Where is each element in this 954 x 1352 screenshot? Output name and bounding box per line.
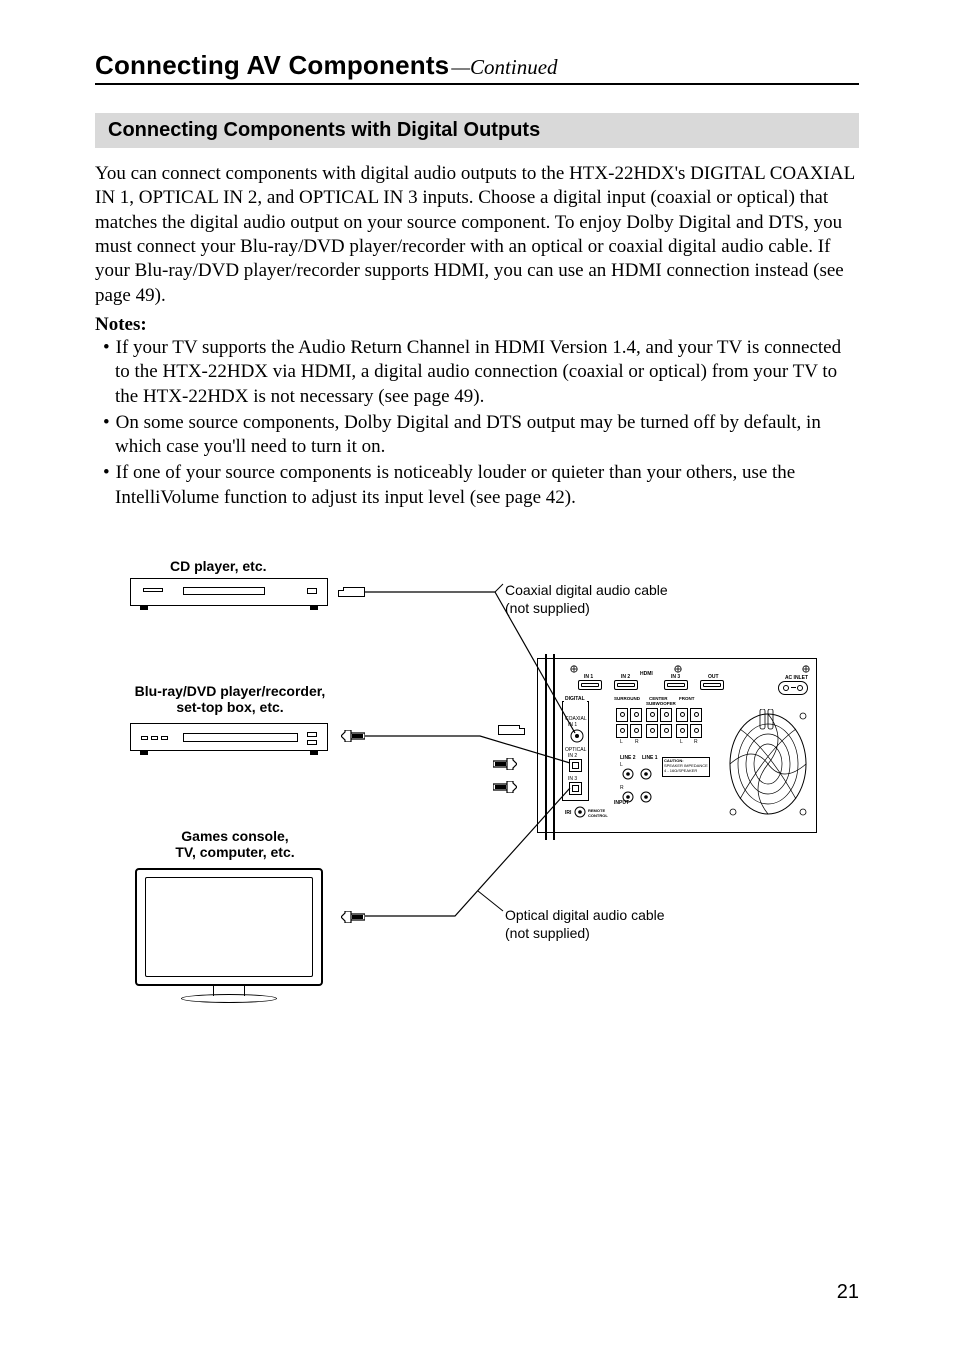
note-item: If your TV supports the Audio Return Cha… [95, 336, 859, 409]
optical-cable-line-2 [365, 783, 595, 923]
optical-plug-icon [341, 729, 365, 741]
page-number: 21 [837, 1281, 859, 1304]
chapter-title: Connecting AV Components [95, 50, 449, 81]
optical-plug-icon [493, 780, 517, 792]
coaxial-plug-icon [343, 587, 365, 597]
bluray-label: Blu-ray/DVD player/recorder, set-top box… [125, 683, 335, 715]
note-item: On some source components, Dolby Digital… [95, 411, 859, 460]
section-heading: Connecting Components with Digital Outpu… [95, 113, 859, 148]
coaxial-cable-line [365, 588, 595, 738]
cd-player-device [130, 578, 328, 606]
games-console-label: Games console, TV, computer, etc. [155, 828, 315, 860]
continued-label: —Continued [451, 55, 557, 80]
speaker-grille-icon [728, 709, 808, 819]
connection-diagram: CD player, etc. Coaxial digital audio ca… [95, 558, 859, 1058]
optical-plug-icon [341, 910, 365, 922]
body-paragraph: You can connect components with digital … [95, 162, 859, 308]
bluray-device [130, 723, 328, 751]
cd-player-label: CD player, etc. [170, 558, 300, 574]
note-item: If one of your source components is noti… [95, 461, 859, 510]
optical-plug-icon [493, 757, 517, 769]
notes-heading: Notes: [95, 314, 859, 336]
